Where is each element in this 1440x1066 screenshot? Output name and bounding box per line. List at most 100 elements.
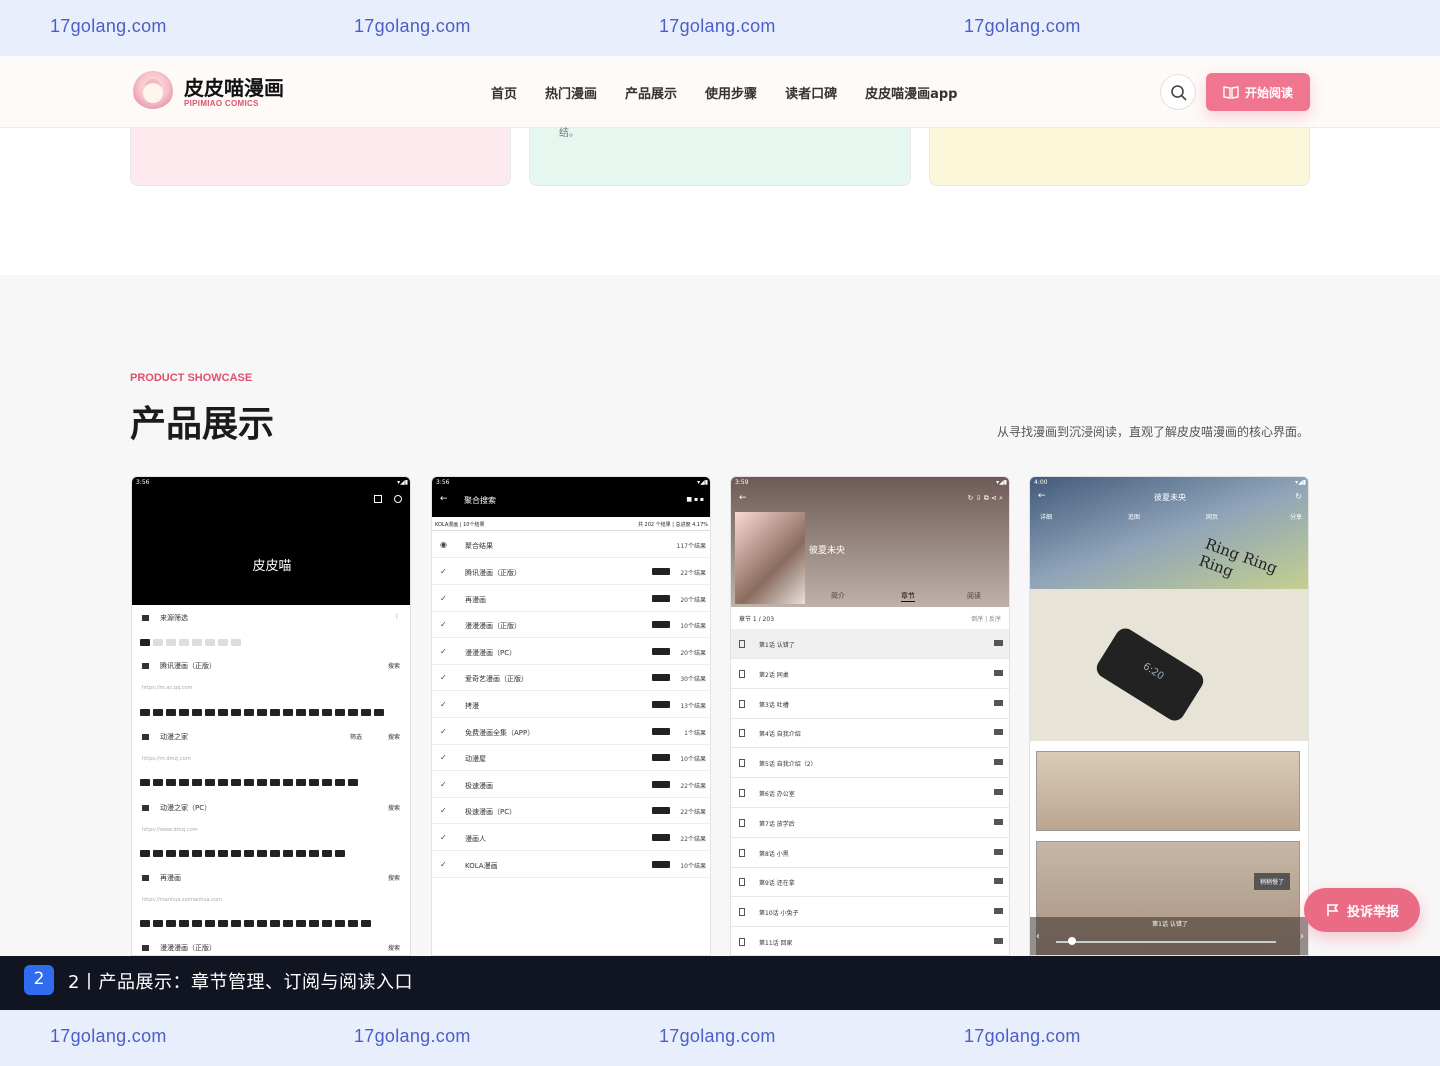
source-filter-button[interactable]: 筛选 [350, 732, 362, 741]
bookmark-icon[interactable] [739, 789, 745, 797]
bookmark-icon[interactable] [739, 669, 745, 678]
download-icon[interactable] [994, 878, 1003, 885]
bookmark-icon[interactable] [739, 938, 745, 946]
chapter-count[interactable]: 章节 1 / 203 [739, 614, 774, 623]
chapter-row[interactable]: 第10话 小兔子 [731, 897, 1009, 928]
download-icon[interactable] [994, 848, 1003, 855]
download-icon[interactable] [994, 729, 1003, 736]
bookmark-icon[interactable] [739, 878, 745, 887]
download-icon[interactable] [994, 640, 1003, 646]
result-row[interactable]: ✓ 腾讯漫画（正版） 22个结果 [432, 558, 710, 585]
chapter-row[interactable]: 第4话 自我介绍 [731, 718, 1009, 749]
reader-opt-image[interactable]: 追图 [1128, 512, 1140, 521]
nav-link-hot-comics[interactable]: 热门漫画 [545, 83, 597, 102]
chapter-row[interactable]: 第3话 吐槽 [731, 689, 1009, 719]
radio-icon: ◉ [440, 540, 447, 549]
chapter-row[interactable]: 第8话 小黑 [731, 838, 1009, 868]
stop-icon[interactable]: ■ ▪ ▪ [686, 496, 704, 503]
nav-link-home[interactable]: 首页 [491, 83, 517, 102]
result-row[interactable]: ✓ 再漫画 20个结果 [432, 585, 710, 612]
result-name: 漫画人 [465, 835, 486, 843]
reader-page-panel [1036, 751, 1300, 831]
download-icon[interactable] [994, 669, 1003, 676]
result-row[interactable]: ✓ 漫漫漫画（PC） 20个结果 [432, 638, 710, 665]
result-row-aggregate[interactable]: ◉ 聚合结果 117个结果 [432, 531, 710, 558]
chapter-sort[interactable]: 倒序 | 反序 [971, 614, 1001, 623]
nav-link-reviews[interactable]: 读者口碑 [785, 83, 837, 102]
bookmark-icon[interactable] [739, 759, 745, 768]
reader-badge: 稍稍慢了 [1254, 873, 1291, 890]
bookmark-icon[interactable] [739, 848, 745, 857]
source-icon [142, 734, 149, 740]
nav-link-showcase[interactable]: 产品展示 [625, 83, 677, 102]
refresh-icon[interactable]: ↻ [1295, 492, 1302, 501]
app-screenshot-reader[interactable]: 4:00 ▾◢▮ ← 彼夏未央 ↻ 详细 追图 网页 分享 Ring Ring R… [1029, 476, 1309, 956]
tab-read[interactable]: 阅读 [967, 591, 981, 601]
result-row[interactable]: ✓ 免费漫画全集（APP） 1个结果 [432, 718, 710, 745]
app-screenshot-aggregate-search[interactable]: 3:56 ▾◢▮ ← 聚合搜索 ■ ▪ ▪ KOLA漫画 | 10个结果 共 20… [431, 476, 711, 956]
download-icon[interactable] [994, 759, 1003, 766]
nav-link-app[interactable]: 皮皮喵漫画app [865, 83, 957, 102]
source-search-button[interactable]: 搜索 [388, 732, 400, 741]
start-reading-button[interactable]: 开始阅读 [1206, 73, 1310, 111]
comic-cover-image[interactable] [735, 512, 805, 604]
logo-mascot-image[interactable] [133, 71, 173, 111]
tab-intro[interactable]: 简介 [831, 591, 845, 601]
result-row[interactable]: ✓ KOLA漫画 10个结果 [432, 851, 710, 878]
page-slider-thumb[interactable] [1068, 937, 1076, 945]
bookmark-icon[interactable] [739, 818, 745, 827]
source-url: https://m.dmzj.com [142, 756, 191, 762]
section-kicker: PRODUCT SHOWCASE [130, 372, 253, 384]
report-button[interactable]: 投诉举报 [1304, 888, 1420, 932]
reader-opt-web[interactable]: 网页 [1206, 512, 1218, 521]
chapter-row[interactable]: 第9话 还在拿 [731, 867, 1009, 898]
result-row[interactable]: ✓ 爱奇艺漫画（正版） 30个结果 [432, 664, 710, 692]
chapter-row[interactable]: 第11话 回家 [731, 927, 1009, 955]
download-icon[interactable] [994, 908, 1003, 915]
source-search-button[interactable]: 搜索 [388, 661, 400, 670]
download-icon[interactable] [994, 938, 1003, 944]
download-icon[interactable] [994, 699, 1003, 706]
chapter-row[interactable]: 第6话 办公室 [731, 778, 1009, 808]
chapter-row[interactable]: 第2话 同桌 [731, 659, 1009, 689]
result-row[interactable]: ✓ 漫漫漫画（正版） 10个结果 [432, 611, 710, 639]
tab-chapters[interactable]: 章节 [901, 591, 915, 602]
latency-badge [652, 674, 670, 682]
bookmark-icon[interactable] [739, 699, 745, 708]
chapter-name: 第1话 认错了 [759, 642, 795, 649]
result-row[interactable]: ✓ 动漫屋 10个结果 [432, 744, 710, 772]
chapter-name: 第6话 办公室 [759, 791, 795, 798]
result-row[interactable]: ✓ 拷漫 13个结果 [432, 691, 710, 718]
chapter-row[interactable]: 第7话 放学后 [731, 808, 1009, 838]
source-search-button[interactable]: 搜索 [388, 803, 400, 812]
result-row[interactable]: ✓ 漫画人 22个结果 [432, 824, 710, 851]
nav-link-steps[interactable]: 使用步骤 [705, 83, 757, 102]
chapter-row[interactable]: 第1话 认错了 [731, 629, 1009, 659]
reader-opt-detail[interactable]: 详细 [1040, 512, 1052, 521]
back-arrow-icon[interactable]: ← [440, 494, 448, 504]
result-row[interactable]: ✓ 极速漫画（PC） 22个结果 [432, 797, 710, 825]
brand-title[interactable]: 皮皮喵漫画 [184, 72, 284, 101]
search-button[interactable] [1160, 74, 1196, 110]
download-icon[interactable] [994, 818, 1003, 825]
reader-opt-share[interactable]: 分享 [1290, 512, 1302, 521]
source-search-button[interactable]: 搜索 [388, 943, 400, 952]
download-icon[interactable] [994, 789, 1003, 795]
source-icon [142, 875, 149, 881]
tag-chips [140, 920, 371, 927]
toolbar-icons[interactable]: ↻ ⇩ ⧉ ⋖ ⌕ [968, 494, 1003, 503]
bookmark-icon[interactable] [739, 640, 745, 648]
tag-chips [140, 639, 241, 646]
next-chapter-icon[interactable]: › [1300, 931, 1304, 942]
app-screenshot-chapter-list[interactable]: 3:59 ▾◢▮ ← ↻ ⇩ ⧉ ⋖ ⌕ 彼夏未央 简介 章节 阅读 章节 1 /… [730, 476, 1010, 956]
result-row[interactable]: ✓ 极速漫画 22个结果 [432, 771, 710, 798]
page-slider[interactable] [1056, 941, 1276, 943]
chapter-row[interactable]: 第5话 自我介绍（2） [731, 748, 1009, 779]
bookmark-icon[interactable] [739, 908, 745, 917]
bookmark-icon[interactable] [739, 729, 745, 738]
prev-chapter-icon[interactable]: ‹ [1036, 931, 1040, 942]
app-screenshot-source-list[interactable]: 3:56 ▾◢▮ 皮皮喵 来源筛选 ⋮ 腾讯漫画（正版） 搜索 https://m… [131, 476, 411, 956]
back-arrow-icon[interactable]: ← [739, 493, 747, 503]
source-search-button[interactable]: 搜索 [388, 873, 400, 882]
feature-card-pink [130, 128, 511, 186]
